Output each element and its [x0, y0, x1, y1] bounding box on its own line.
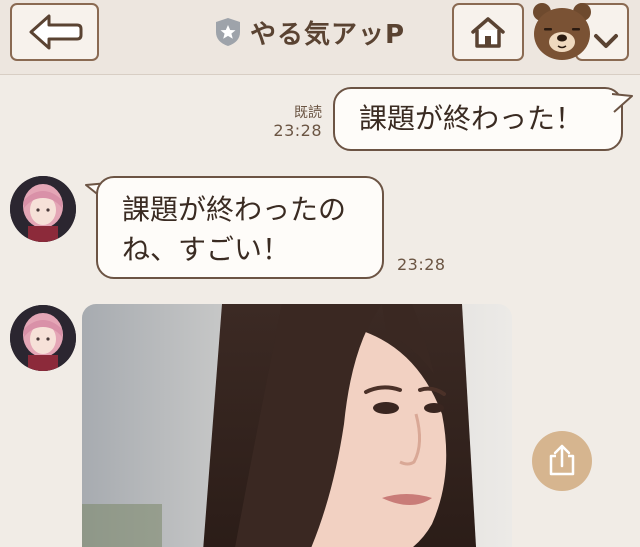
- received-message-line-2: ね、すごい！: [122, 233, 291, 266]
- friend-avatar[interactable]: [10, 176, 76, 242]
- arrow-left-icon: [29, 14, 82, 50]
- anime-character-avatar: [10, 176, 76, 242]
- read-status: 既読 23:28: [273, 104, 322, 140]
- received-message-bubble[interactable]: 課題が終わったの ね、すごい！: [96, 176, 384, 279]
- back-button[interactable]: [10, 3, 99, 61]
- chat-screen: やる気アッP 既読 23:28 課題が終わった！ 課題が終わったの ね、すごい！…: [0, 0, 640, 547]
- received-time: 23:28: [397, 255, 446, 274]
- friend-menu-button[interactable]: [530, 0, 630, 66]
- chat-title: やる気アッP: [250, 19, 406, 50]
- chevron-down-icon: [594, 34, 618, 48]
- portrait-photo: [82, 304, 512, 547]
- sent-bubble-tail: [612, 93, 633, 113]
- sent-time: 23:28: [273, 121, 322, 140]
- sent-message-bubble[interactable]: 課題が終わった！: [333, 87, 623, 151]
- shield-star-icon: [216, 18, 240, 46]
- home-button[interactable]: [452, 3, 524, 61]
- bear-mascot-avatar: [533, 3, 591, 60]
- read-label: 既読: [294, 105, 322, 121]
- home-icon: [471, 17, 505, 48]
- share-button[interactable]: [532, 431, 592, 491]
- friend-avatar[interactable]: [10, 305, 76, 371]
- chat-header: やる気アッP: [0, 0, 640, 75]
- anime-character-avatar: [10, 305, 76, 371]
- photo-message[interactable]: [82, 304, 512, 547]
- sent-message-text: 課題が終わった！: [359, 102, 584, 135]
- received-message-line-1: 課題が終わったの: [122, 193, 347, 226]
- chat-title-area: やる気アッP: [214, 10, 405, 54]
- share-icon: [549, 444, 575, 476]
